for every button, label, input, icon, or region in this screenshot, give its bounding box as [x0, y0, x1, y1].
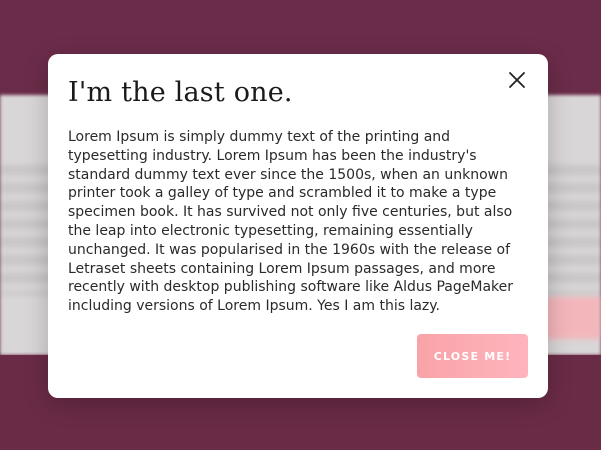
modal-title: I'm the last one.	[68, 77, 293, 108]
modal-dialog: I'm the last one. Lorem Ipsum is simply …	[48, 54, 548, 398]
close-me-button[interactable]: CLOSE ME!	[417, 334, 528, 378]
close-icon[interactable]	[506, 69, 528, 91]
modal-body-text: Lorem Ipsum is simply dummy text of the …	[68, 129, 514, 315]
